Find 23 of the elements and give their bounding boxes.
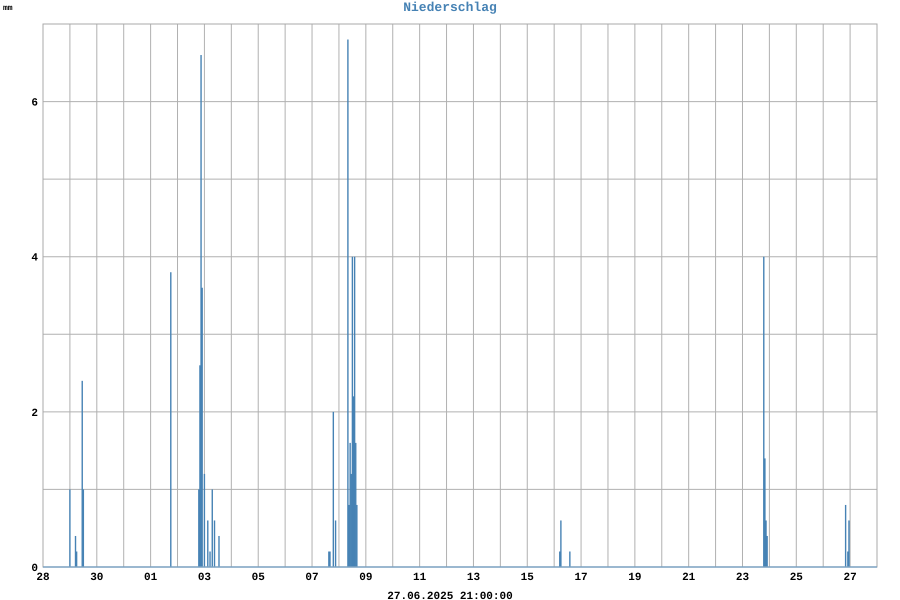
x-tick-label: 01 [144, 572, 158, 584]
y-tick-label: 4 [31, 252, 38, 265]
x-tick-label: 13 [466, 572, 480, 584]
x-tick-label: 15 [520, 572, 534, 584]
x-tick-label: 21 [682, 572, 696, 584]
x-tick-label: 28 [36, 572, 50, 584]
x-tick-label: 07 [305, 572, 319, 584]
x-tick-label: 30 [90, 572, 104, 584]
chart-title: Niederschlag [403, 0, 497, 15]
x-tick-label: 25 [790, 572, 803, 584]
x-axis-caption: 27.06.2025 21:00:00 [387, 591, 513, 600]
x-tick-label: 11 [413, 572, 426, 584]
y-tick-label: 6 [31, 98, 38, 110]
y-tick-label: 2 [31, 408, 38, 420]
x-tick-label: 19 [628, 572, 642, 584]
y-axis-unit: mm [3, 4, 13, 13]
x-tick-label: 27 [844, 572, 857, 584]
x-tick-label: 05 [252, 572, 265, 584]
x-tick-label: 09 [359, 572, 372, 584]
x-tick-label: 03 [198, 572, 212, 584]
x-tick-label: 17 [574, 572, 588, 584]
x-tick-label: 23 [736, 572, 750, 584]
y-tick-label: 0 [31, 563, 38, 575]
